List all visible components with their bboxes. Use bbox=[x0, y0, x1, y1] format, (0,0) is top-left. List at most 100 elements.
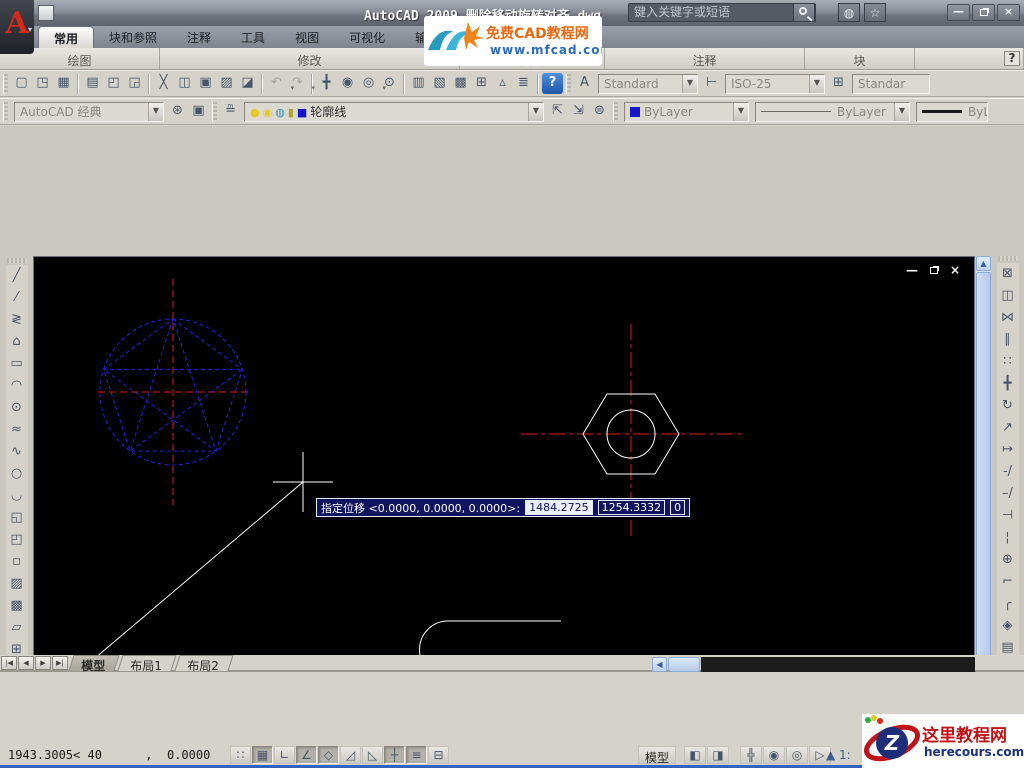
grid-toggle[interactable]: ▦ bbox=[252, 746, 273, 764]
plot-icon[interactable]: ▤ bbox=[82, 73, 103, 94]
move-icon[interactable]: ╋ bbox=[997, 373, 1019, 395]
point-icon[interactable]: ▫ bbox=[6, 551, 28, 573]
drawing-restore-button[interactable] bbox=[930, 263, 938, 277]
lwt-toggle[interactable]: ≡ bbox=[406, 746, 427, 764]
break-at-point-icon[interactable]: ⊣ bbox=[997, 505, 1019, 527]
layout-last-button[interactable]: ▶| bbox=[52, 656, 68, 670]
table-style-combo[interactable]: Standar bbox=[852, 74, 930, 94]
layer-viewport-icon[interactable]: ◍ bbox=[275, 106, 285, 119]
mirror-icon[interactable]: ⋈ bbox=[997, 307, 1019, 329]
match-properties-icon[interactable]: ▨ bbox=[216, 73, 237, 94]
polygon-icon[interactable]: ⌂ bbox=[6, 331, 28, 353]
toolbar-grip[interactable] bbox=[613, 102, 618, 122]
close-button[interactable]: × bbox=[997, 4, 1020, 21]
horizontal-scrollbar-track[interactable] bbox=[701, 657, 975, 672]
autocad-menu-browser-button[interactable]: A▾ bbox=[0, 0, 34, 54]
zoom-icon[interactable]: ◉ bbox=[763, 746, 785, 764]
layout-first-button[interactable]: |◀ bbox=[1, 656, 17, 670]
polar-toggle[interactable]: ∠ bbox=[296, 746, 317, 764]
dim-style-combo[interactable]: ISO-25 ▼ bbox=[725, 74, 825, 94]
layer-freeze-sun-icon[interactable]: ◉ bbox=[263, 106, 273, 119]
make-layer-current-icon[interactable]: ⇱ bbox=[547, 101, 568, 122]
quick-properties-toggle[interactable]: ⊟ bbox=[428, 746, 449, 764]
chevron-down-icon[interactable]: ▼ bbox=[528, 103, 543, 121]
quick-access-button[interactable] bbox=[38, 5, 54, 21]
dynamic-input-x-field[interactable]: 1484.2725 bbox=[525, 500, 593, 515]
save-icon[interactable]: ▦ bbox=[53, 73, 74, 94]
erase-icon[interactable]: ⊠ bbox=[997, 263, 1019, 285]
insert-block-icon[interactable]: ◱ bbox=[6, 507, 28, 529]
rotate-icon[interactable]: ↻ bbox=[997, 395, 1019, 417]
tab-visualize[interactable]: 可视化 bbox=[334, 26, 400, 48]
markup-set-manager-icon[interactable]: ▵ bbox=[492, 73, 513, 94]
panel-modify[interactable]: 修改 bbox=[160, 48, 460, 69]
stretch-icon[interactable]: ↦ bbox=[997, 439, 1019, 461]
dynamic-input-y-field[interactable]: 1254.3332 bbox=[598, 500, 666, 515]
tab-home[interactable]: 常用 bbox=[38, 26, 94, 48]
zoom-window-icon[interactable]: ◎▾ bbox=[358, 73, 379, 94]
hatch-icon[interactable]: ▨ bbox=[6, 573, 28, 595]
tab-tools[interactable]: 工具 bbox=[226, 26, 280, 48]
horizontal-scrollbar-thumb[interactable] bbox=[668, 657, 700, 672]
drawing-close-button[interactable]: × bbox=[950, 263, 960, 277]
search-icon[interactable] bbox=[793, 3, 815, 22]
color-combo[interactable]: ByLayer ▼ bbox=[624, 102, 749, 122]
ribbon-help-button[interactable]: ? bbox=[1004, 51, 1020, 66]
new-icon[interactable]: ▢ bbox=[11, 73, 32, 94]
table-style-icon[interactable]: ⊞ bbox=[828, 73, 849, 94]
copy-clip-icon[interactable]: ◫ bbox=[174, 73, 195, 94]
sheet-set-manager-icon[interactable]: ⊞ bbox=[471, 73, 492, 94]
toolbar-grip[interactable] bbox=[212, 102, 217, 122]
panel-block[interactable]: 块 bbox=[805, 48, 915, 69]
chevron-down-icon[interactable]: ▼ bbox=[148, 103, 163, 121]
pan-realtime-icon[interactable]: ╋ bbox=[316, 73, 337, 94]
workspace-save-icon[interactable]: ▣ bbox=[188, 101, 209, 122]
gradient-icon[interactable]: ▩ bbox=[6, 595, 28, 617]
layer-previous-icon[interactable]: ⇲ bbox=[568, 101, 589, 122]
publish-icon[interactable]: ◲ bbox=[124, 73, 145, 94]
layer-properties-manager-icon[interactable]: ≞ bbox=[220, 101, 241, 122]
chevron-down-icon[interactable]: ▼ bbox=[894, 103, 909, 121]
chevron-down-icon[interactable]: ▼ bbox=[682, 75, 697, 93]
tab-view[interactable]: 视图 bbox=[280, 26, 334, 48]
open-icon[interactable]: ◳ bbox=[32, 73, 53, 94]
zoom-previous-icon[interactable]: ⊙ bbox=[379, 73, 400, 94]
array-icon[interactable]: ∷ bbox=[997, 351, 1019, 373]
scroll-left-icon[interactable]: ◀ bbox=[652, 657, 667, 672]
annotation-scale-button[interactable]: ▲ 1: bbox=[826, 748, 851, 762]
communication-center-icon[interactable]: ◍ bbox=[838, 3, 860, 22]
quickcalc-icon[interactable]: ≣ bbox=[513, 73, 534, 94]
dim-style-icon[interactable]: ⊢ bbox=[701, 73, 722, 94]
layer-states-icon[interactable]: ⊜ bbox=[589, 101, 610, 122]
restore-button[interactable] bbox=[972, 4, 995, 21]
dynamic-input-z-field[interactable]: 0 bbox=[670, 500, 685, 515]
toolbar-grip[interactable] bbox=[3, 102, 8, 122]
workspace-combo[interactable]: AutoCAD 经典 ▼ bbox=[14, 102, 164, 122]
fillet-icon[interactable]: ╭ bbox=[997, 593, 1019, 615]
tab-layout2[interactable]: 布局2 bbox=[174, 655, 233, 671]
drawing-minimize-button[interactable]: — bbox=[906, 263, 918, 277]
snap-toggle[interactable]: ∷ bbox=[230, 746, 251, 764]
scale-icon[interactable]: ↗ bbox=[997, 417, 1019, 439]
layer-lock-icon[interactable]: ▮ bbox=[288, 106, 294, 119]
break-icon[interactable]: ¦ bbox=[997, 527, 1019, 549]
polyline-icon[interactable]: ≷ bbox=[6, 309, 28, 331]
toolbar-grip[interactable] bbox=[7, 258, 27, 263]
tab-layout1[interactable]: 布局1 bbox=[117, 655, 176, 671]
workspace-settings-gear-icon[interactable]: ⊛ bbox=[167, 101, 188, 122]
toolbar-grip[interactable] bbox=[566, 74, 571, 94]
dyn-toggle[interactable]: ┼ bbox=[384, 746, 405, 764]
toolbar-grip[interactable] bbox=[3, 74, 8, 94]
ortho-toggle[interactable]: ∟ bbox=[274, 746, 295, 764]
layer-combo[interactable]: ●◉◍▮■ 轮廓线 ▼ bbox=[244, 102, 544, 122]
properties-icon[interactable]: ▥ bbox=[408, 73, 429, 94]
minimize-button[interactable]: — bbox=[947, 4, 970, 21]
help-icon[interactable]: ? bbox=[542, 73, 563, 94]
copy-icon[interactable]: ◫ bbox=[997, 285, 1019, 307]
join-icon[interactable]: ⊕ bbox=[997, 549, 1019, 571]
ducs-toggle[interactable]: ◺ bbox=[362, 746, 383, 764]
circle-icon[interactable]: ⊙ bbox=[6, 397, 28, 419]
text-style-icon[interactable]: A bbox=[574, 73, 595, 94]
favorites-star-icon[interactable]: ☆ bbox=[864, 3, 886, 22]
otrack-toggle[interactable]: ◿ bbox=[340, 746, 361, 764]
